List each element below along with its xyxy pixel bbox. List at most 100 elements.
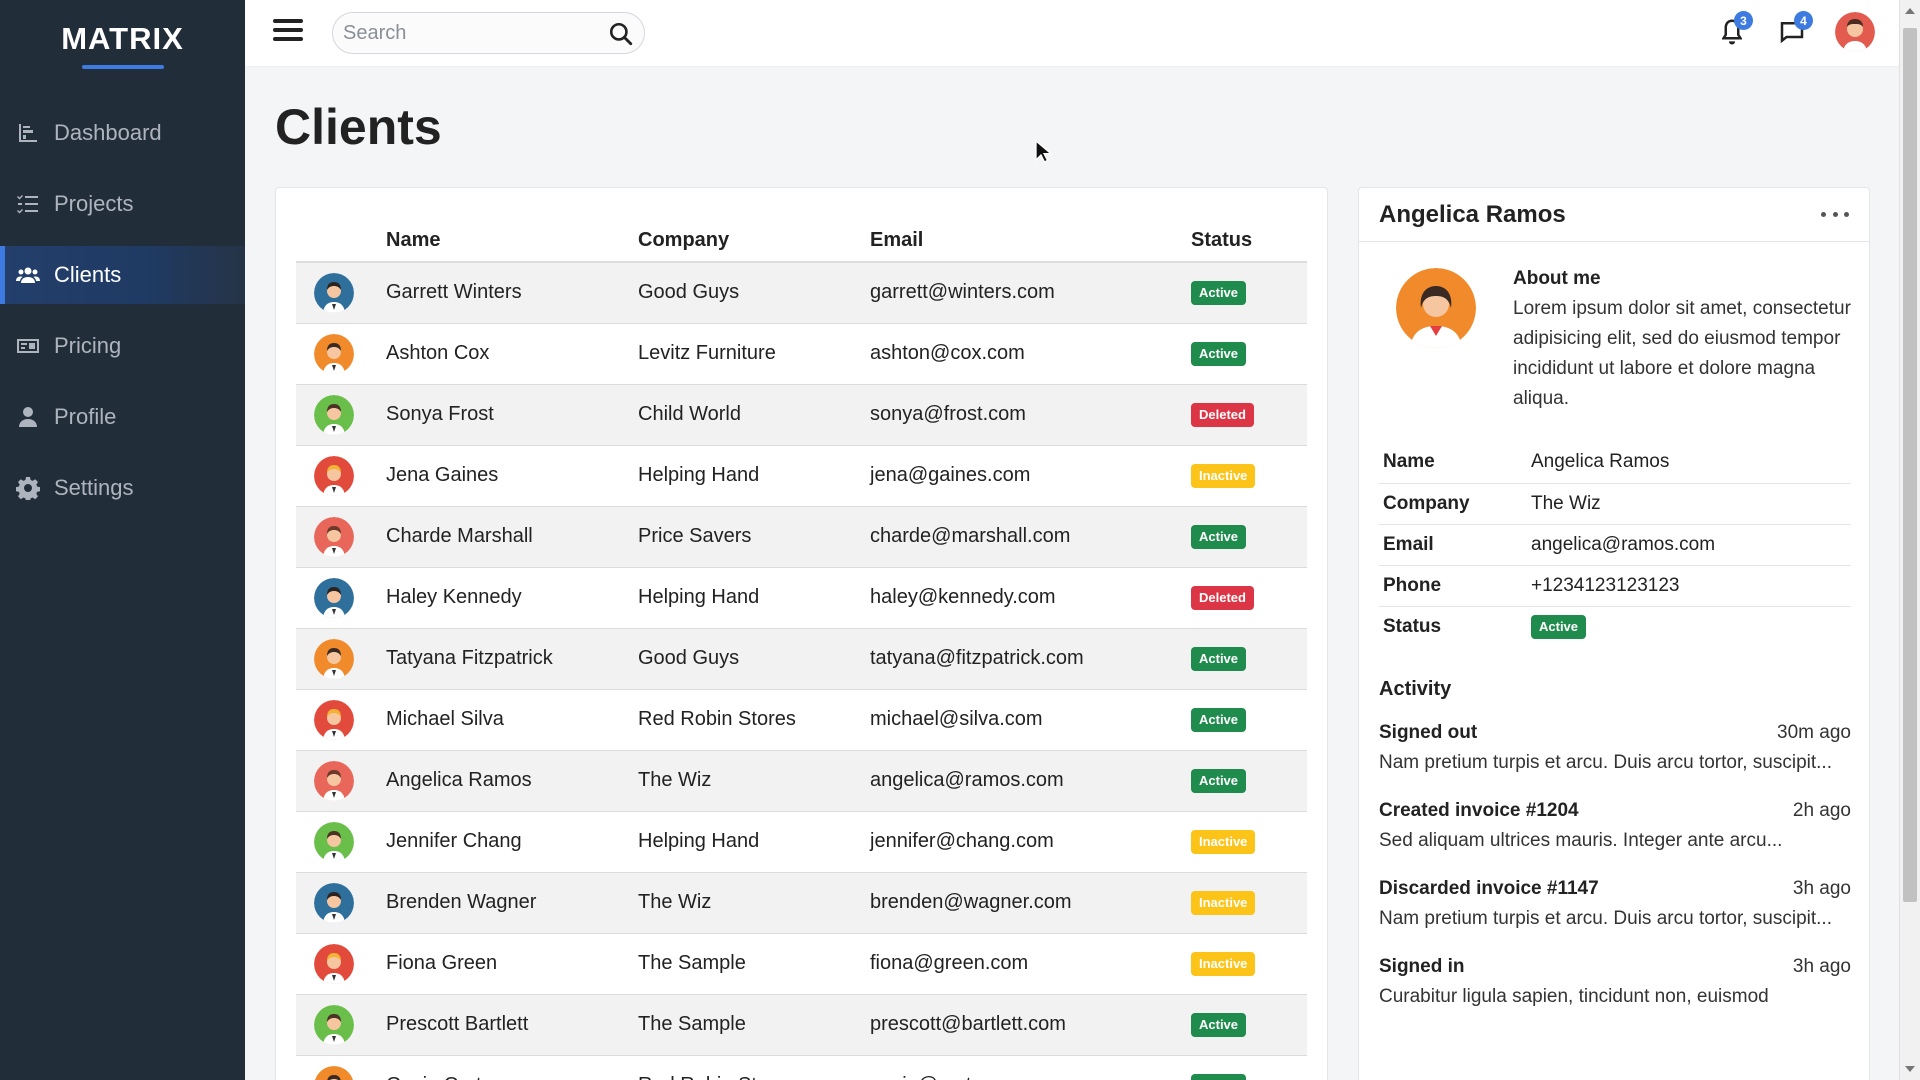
cell-name[interactable]: Michael Silva xyxy=(386,689,638,751)
cell-email[interactable]: angelica@ramos.com xyxy=(870,750,1191,812)
sidebar-item-label: Projects xyxy=(54,191,134,216)
avatar xyxy=(314,699,354,740)
cell-status: Active xyxy=(1191,1055,1307,1080)
column-header-status[interactable]: Status xyxy=(1191,220,1307,263)
cell-email[interactable]: jennifer@chang.com xyxy=(870,811,1191,873)
table-row[interactable]: Jena Gaines Helping Hand jena@gaines.com In… xyxy=(296,445,1307,507)
cell-status: Active xyxy=(1191,323,1307,385)
cell-email[interactable]: gavin@cortez.com xyxy=(870,1055,1191,1080)
search-icon[interactable] xyxy=(608,21,634,47)
cell-email[interactable]: brenden@wagner.com xyxy=(870,872,1191,934)
cell-email[interactable]: prescott@bartlett.com xyxy=(870,994,1191,1056)
brand-text: MATRIX xyxy=(61,21,184,56)
cell-email[interactable]: charde@marshall.com xyxy=(870,506,1191,568)
cell-email[interactable]: fiona@green.com xyxy=(870,933,1191,995)
cell-name[interactable]: Jennifer Chang xyxy=(386,811,638,873)
table-row[interactable]: Charde Marshall Price Savers charde@marsha… xyxy=(296,506,1307,568)
notifications-button[interactable]: 3 xyxy=(1715,11,1753,51)
table-row[interactable]: Michael Silva Red Robin Stores michael@sil… xyxy=(296,689,1307,751)
cell-email[interactable]: haley@kennedy.com xyxy=(870,567,1191,629)
cell-name[interactable]: Garrett Winters xyxy=(386,262,638,324)
chart-icon xyxy=(16,121,40,145)
more-options-icon[interactable] xyxy=(1821,205,1849,225)
info-value: Angelica Ramos xyxy=(1527,442,1851,484)
scroll-down-icon[interactable] xyxy=(1905,1066,1915,1072)
activity-time: 3h ago xyxy=(1792,878,1851,899)
table-row[interactable]: Ashton Cox Levitz Furniture ashton@cox.com… xyxy=(296,323,1307,385)
search-input[interactable] xyxy=(343,21,593,45)
cell-email[interactable]: jena@gaines.com xyxy=(870,445,1191,507)
cell-name[interactable]: Fiona Green xyxy=(386,933,638,995)
table-row[interactable]: Jennifer Chang Helping Hand jennifer@chang… xyxy=(296,811,1307,873)
table-row[interactable]: Angelica Ramos The Wiz angelica@ramos.com A… xyxy=(296,750,1307,812)
sidebar-item-clients[interactable]: Clients xyxy=(0,246,245,304)
cell-name[interactable]: Angelica Ramos xyxy=(386,750,638,812)
sidebar-item-label: Dashboard xyxy=(54,120,162,145)
cell-name[interactable]: Haley Kennedy xyxy=(386,567,638,629)
activity-event: Discarded invoice #1147 xyxy=(1379,878,1599,899)
sidebar-item-pricing[interactable]: Pricing xyxy=(0,317,245,375)
sidebar-item-settings[interactable]: Settings xyxy=(0,459,245,517)
table-row[interactable]: Tatyana Fitzpatrick Good Guys tatyana@fitz… xyxy=(296,628,1307,690)
cell-name[interactable]: Sonya Frost xyxy=(386,384,638,446)
sidebar-item-dashboard[interactable]: Dashboard xyxy=(0,104,245,162)
column-header-name[interactable]: Name xyxy=(386,220,638,263)
row-avatar-cell xyxy=(296,1055,386,1080)
scroll-up-icon[interactable] xyxy=(1905,8,1915,14)
info-row-status: Status Active xyxy=(1379,606,1851,647)
about-body: Lorem ipsum dolor sit amet, consectetur … xyxy=(1513,298,1851,409)
mouse-cursor-icon xyxy=(1035,140,1053,163)
table-row[interactable]: Gavin CortezRed Robin Storesgavin@cortez… xyxy=(296,1055,1307,1080)
user-avatar[interactable] xyxy=(1835,12,1875,52)
scrollbar-thumb[interactable] xyxy=(1903,28,1917,902)
brand-logo[interactable]: MATRIX xyxy=(0,0,245,84)
cell-name[interactable]: Gavin Cortez xyxy=(386,1055,638,1080)
topbar-actions: 3 4 xyxy=(1715,11,1875,52)
avatar xyxy=(314,882,354,923)
cell-email[interactable]: michael@silva.com xyxy=(870,689,1191,751)
cell-name[interactable]: Charde Marshall xyxy=(386,506,638,568)
table-row[interactable]: Sonya Frost Child World sonya@frost.com Del… xyxy=(296,384,1307,446)
sidebar-item-profile[interactable]: Profile xyxy=(0,388,245,446)
row-avatar-cell xyxy=(296,994,386,1056)
sidebar-item-label: Clients xyxy=(54,262,122,287)
avatar xyxy=(314,1004,354,1045)
cell-email[interactable]: ashton@cox.com xyxy=(870,323,1191,385)
row-avatar-cell xyxy=(296,750,386,812)
cell-name[interactable]: Prescott Bartlett xyxy=(386,994,638,1056)
status-badge: Active xyxy=(1531,614,1587,639)
table-row[interactable]: Prescott Bartlett The Sample prescott@bart… xyxy=(296,994,1307,1056)
page-scrollbar[interactable] xyxy=(1899,0,1920,1080)
column-header-email[interactable]: Email xyxy=(870,220,1191,263)
messages-button[interactable]: 4 xyxy=(1775,11,1813,51)
table-row[interactable]: Fiona Green The Sample fiona@green.com Inac… xyxy=(296,933,1307,995)
info-row-email: Email angelica@ramos.com xyxy=(1379,524,1851,566)
status-badge: Deleted xyxy=(1191,586,1254,610)
cell-email[interactable]: tatyana@fitzpatrick.com xyxy=(870,628,1191,690)
table-row[interactable]: Haley Kennedy Helping Hand haley@kennedy.c… xyxy=(296,567,1307,629)
cell-name[interactable]: Jena Gaines xyxy=(386,445,638,507)
table-row[interactable]: Garrett Winters Good Guys garrett@winters.… xyxy=(296,262,1307,324)
activity-item: Signed in 3h ago Curabitur ligula sapien,… xyxy=(1379,952,1851,1012)
sidebar-item-label: Settings xyxy=(54,475,134,500)
detail-title: Angelica Ramos xyxy=(1379,200,1566,228)
cell-name[interactable]: Tatyana Fitzpatrick xyxy=(386,628,638,690)
row-avatar-cell xyxy=(296,262,386,324)
sidebar-item-projects[interactable]: Projects xyxy=(0,175,245,233)
cell-company: Good Guys xyxy=(638,628,870,690)
activity-event: Created invoice #1204 xyxy=(1379,800,1579,821)
cell-email[interactable]: sonya@frost.com xyxy=(870,384,1191,446)
row-avatar-cell xyxy=(296,872,386,934)
cell-name[interactable]: Ashton Cox xyxy=(386,323,638,385)
activity-item: Signed out 30m ago Nam pretium turpis et … xyxy=(1379,718,1851,778)
row-avatar-cell xyxy=(296,811,386,873)
status-badge: Inactive xyxy=(1191,464,1256,488)
menu-toggle-icon[interactable] xyxy=(273,19,303,45)
cell-name[interactable]: Brenden Wagner xyxy=(386,872,638,934)
about-title: About me xyxy=(1513,268,1601,289)
cell-email[interactable]: garrett@winters.com xyxy=(870,262,1191,324)
info-value: +1234123123123 xyxy=(1527,565,1851,607)
table-row[interactable]: Brenden Wagner The Wiz brenden@wagner.com I… xyxy=(296,872,1307,934)
cell-status: Active xyxy=(1191,994,1307,1056)
column-header-company[interactable]: Company xyxy=(638,220,870,263)
